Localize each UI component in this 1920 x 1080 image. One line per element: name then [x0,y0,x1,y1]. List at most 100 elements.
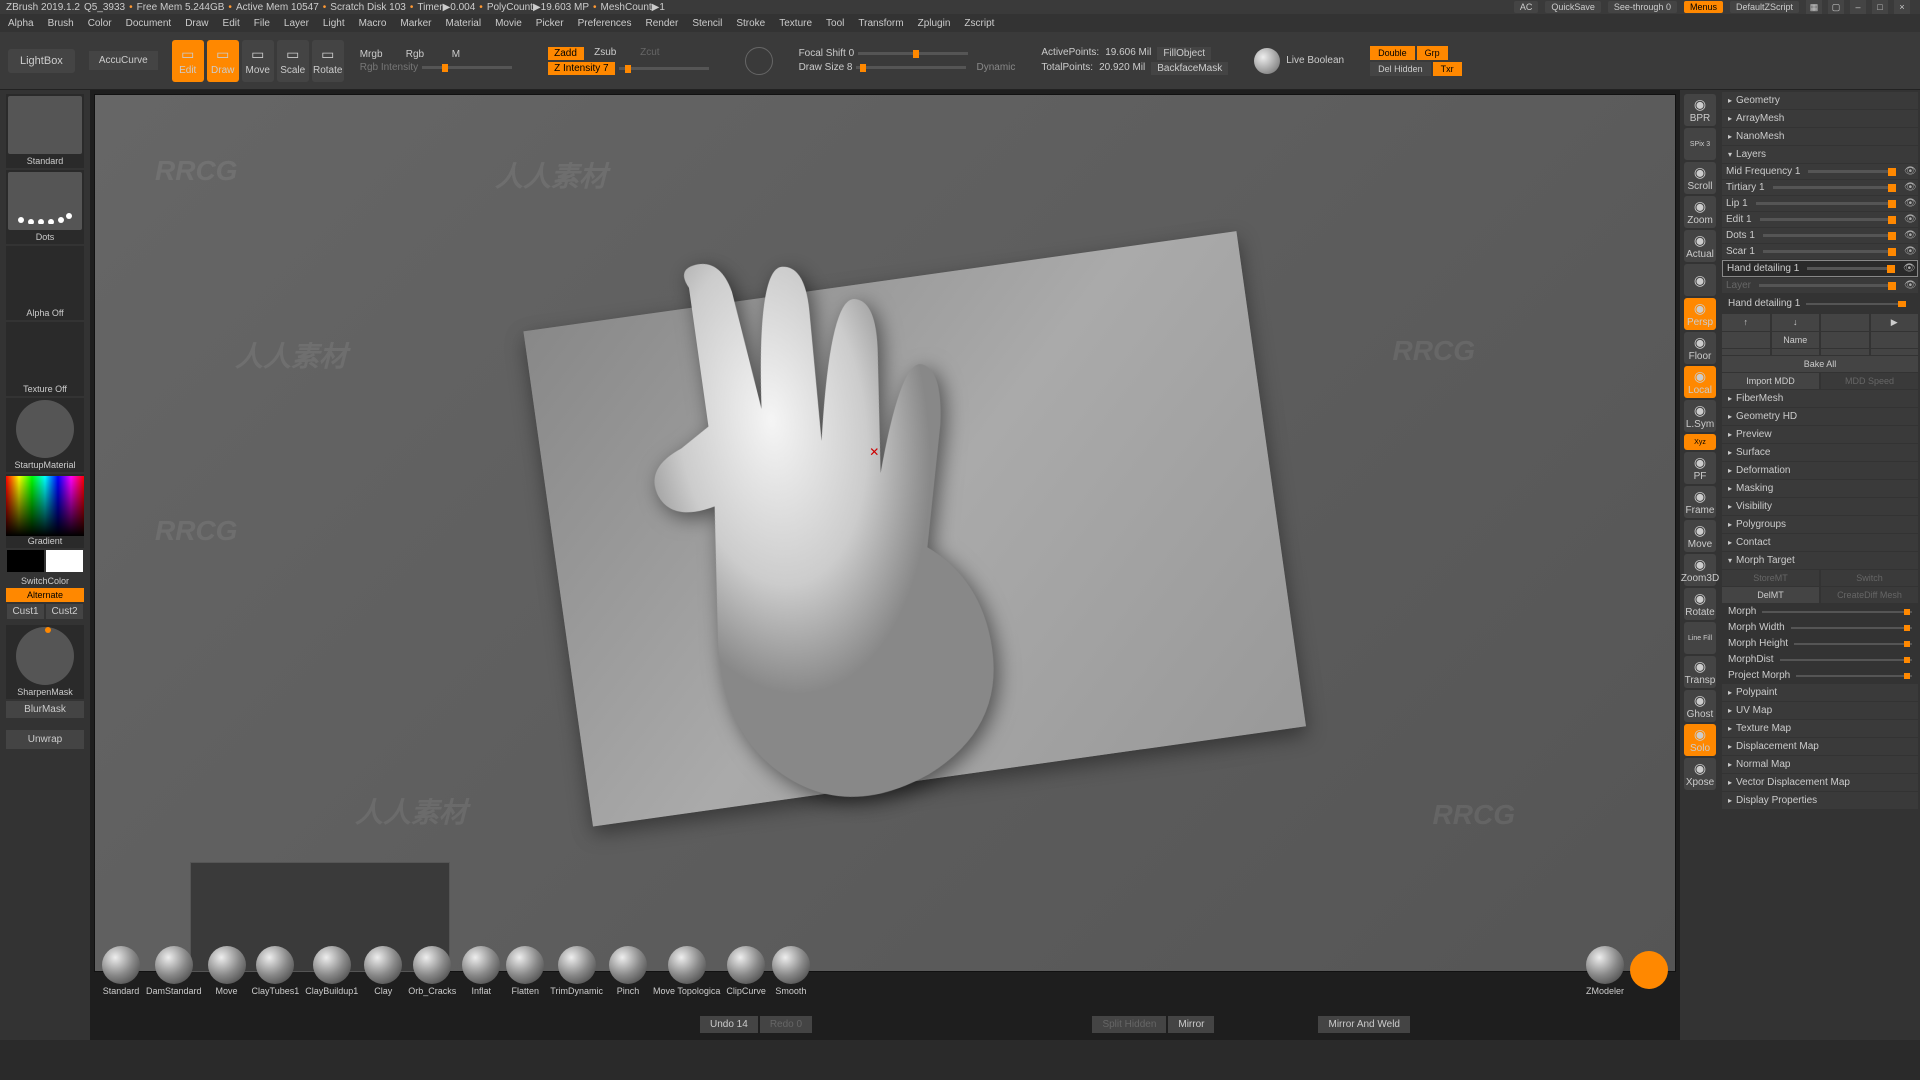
lightbox-button[interactable]: LightBox [8,49,75,73]
morph-height-slider[interactable]: Morph Height [1722,636,1918,651]
layer-btn[interactable] [1871,332,1919,348]
stroke-dots-slot[interactable]: Dots [6,170,84,244]
minimize-icon[interactable]: – [1850,0,1866,14]
mrgb-button[interactable]: Mrgb [360,49,396,60]
menu-marker[interactable]: Marker [400,18,431,29]
menu-draw[interactable]: Draw [185,18,208,29]
rotate-mode-button[interactable]: ▭Rotate [312,40,344,82]
blurmask-button[interactable]: BlurMask [6,701,84,718]
layer-btn[interactable] [1821,332,1869,348]
shelf-ghost-button[interactable]: ◉Ghost [1684,690,1716,722]
layer-btn[interactable]: ↓ [1772,314,1820,331]
section-polygroups[interactable]: Polygroups [1722,516,1918,533]
brush-clay[interactable]: Clay [364,946,402,996]
color-swatches[interactable] [7,550,83,572]
menu-macro[interactable]: Macro [359,18,387,29]
section-arraymesh[interactable]: ArrayMesh [1722,110,1918,127]
brush-orb_cracks[interactable]: Orb_Cracks [408,946,456,996]
cust2-button[interactable]: Cust2 [46,604,83,619]
section-uv-map[interactable]: UV Map [1722,702,1918,719]
dynamic-toggle[interactable]: Dynamic [976,62,1015,73]
project-morph-slider[interactable]: Project Morph [1722,668,1918,683]
draw-size-slider[interactable]: Draw Size 8 [799,62,853,73]
brush-smooth[interactable]: Smooth [772,946,810,996]
section-display-properties[interactable]: Display Properties [1722,792,1918,809]
layer-btn[interactable]: ▶ [1871,314,1919,331]
sharpen-mask-slot[interactable]: SharpenMask [6,625,84,699]
section-normal-map[interactable]: Normal Map [1722,756,1918,773]
split-hidden-button[interactable]: Split Hidden [1092,1016,1166,1033]
section-preview[interactable]: Preview [1722,426,1918,443]
shelf-transp-button[interactable]: ◉Transp [1684,656,1716,688]
current-layer-slider[interactable]: Hand detailing 1 [1722,294,1918,313]
menu-texture[interactable]: Texture [779,18,812,29]
layer-lip-1[interactable]: Lip 1👁 [1722,196,1918,211]
menu-movie[interactable]: Movie [495,18,522,29]
shelf-xyz-button[interactable]: Xyz [1684,434,1716,450]
mirror-weld-button[interactable]: Mirror And Weld [1318,1016,1410,1033]
switch-button[interactable]: Switch [1821,570,1918,586]
shelf-floor-button[interactable]: ◉Floor [1684,332,1716,364]
shelf-local-button[interactable]: ◉Local [1684,366,1716,398]
menu-layer[interactable]: Layer [284,18,309,29]
brush-damstandard[interactable]: DamStandard [146,946,202,996]
shelf-icon-button[interactable]: ◉ [1684,264,1716,296]
menu-color[interactable]: Color [88,18,112,29]
brush-pinch[interactable]: Pinch [609,946,647,996]
menu-document[interactable]: Document [126,18,172,29]
shelf-zoom-button[interactable]: ◉Zoom [1684,196,1716,228]
draw-mode-button[interactable]: ▭Draw [207,40,239,82]
shelf-bpr-button[interactable]: ◉BPR [1684,94,1716,126]
section-fibermesh[interactable]: FiberMesh [1722,390,1918,407]
maximize-icon[interactable]: □ [1872,0,1888,14]
default-zscript[interactable]: DefaultZScript [1730,1,1799,13]
brush-claytubes1[interactable]: ClayTubes1 [252,946,300,996]
section-vector-displacement-map[interactable]: Vector Displacement Map [1722,774,1918,791]
brush-move[interactable]: Move [208,946,246,996]
layer-btn[interactable] [1821,314,1869,331]
brush-solo[interactable] [1630,951,1668,991]
menu-alpha[interactable]: Alpha [8,18,34,29]
move-mode-button[interactable]: ▭Move [242,40,274,82]
section-masking[interactable]: Masking [1722,480,1918,497]
shelf-xpose-button[interactable]: ◉Xpose [1684,758,1716,790]
section-morph-target[interactable]: Morph Target [1722,552,1918,569]
section-layers[interactable]: Layers [1722,146,1918,163]
close-icon[interactable]: × [1894,0,1910,14]
m-button[interactable]: M [452,49,488,60]
layer-mid-frequency-1[interactable]: Mid Frequency 1👁 [1722,164,1918,179]
layer-btn[interactable]: Name [1772,332,1820,348]
layer-btn[interactable] [1722,349,1770,355]
menus-button[interactable]: Menus [1684,1,1723,13]
menu-edit[interactable]: Edit [223,18,240,29]
brush-flatten[interactable]: Flatten [506,946,544,996]
layer-hand-detailing-1[interactable]: Hand detailing 1👁 [1722,260,1918,277]
delhidden-button[interactable]: Del Hidden [1370,62,1431,76]
shelf-spix3-button[interactable]: SPix 3 [1684,128,1716,160]
section-polypaint[interactable]: Polypaint [1722,684,1918,701]
layout-icon[interactable]: ▦ [1806,0,1822,14]
shelf-zoom3d-button[interactable]: ◉Zoom3D [1684,554,1716,586]
menu-material[interactable]: Material [446,18,482,29]
layer-btn[interactable] [1722,332,1770,348]
shelf-scroll-button[interactable]: ◉Scroll [1684,162,1716,194]
shelf-rotate-button[interactable]: ◉Rotate [1684,588,1716,620]
menu-transform[interactable]: Transform [858,18,903,29]
section-deformation[interactable]: Deformation [1722,462,1918,479]
section-surface[interactable]: Surface [1722,444,1918,461]
creatediff mesh-button[interactable]: CreateDiff Mesh [1821,587,1918,603]
viewport-canvas[interactable]: ✕ RRCG 人人素材 人人素材 RRCG RRCG 人人素材 RRCG [94,94,1676,972]
layer-btn[interactable] [1821,349,1869,355]
zadd-button[interactable]: Zadd [548,47,584,60]
liveboolean-label[interactable]: Live Boolean [1286,55,1344,66]
layer-btn[interactable]: ↑ [1722,314,1770,331]
brush-standard-slot[interactable]: Standard [6,94,84,168]
layer-tirtiary-1[interactable]: Tirtiary 1👁 [1722,180,1918,195]
section-geometry[interactable]: Geometry [1722,92,1918,109]
grp-button[interactable]: Grp [1417,46,1448,60]
menu-file[interactable]: File [254,18,270,29]
layer-scar-1[interactable]: Scar 1👁 [1722,244,1918,259]
focal-shift-slider[interactable]: Focal Shift 0 [799,48,855,59]
brush-zmodeler[interactable]: ZModeler [1586,946,1624,996]
shelf-actual-button[interactable]: ◉Actual [1684,230,1716,262]
